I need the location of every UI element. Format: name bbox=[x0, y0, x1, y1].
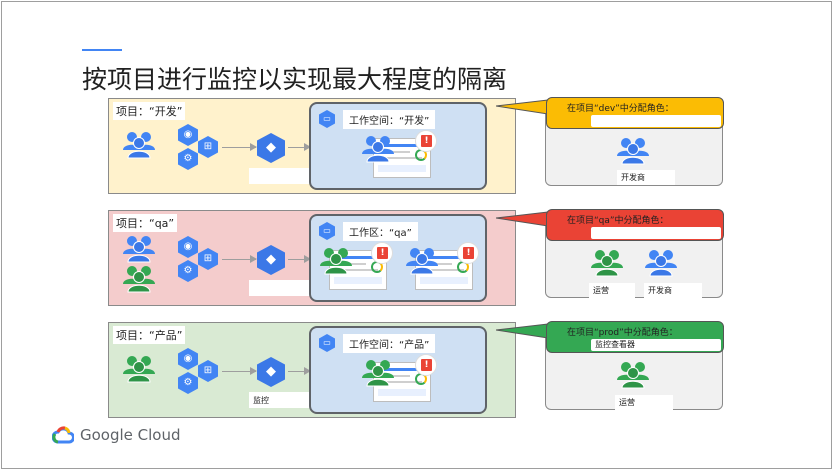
callout-pointer bbox=[496, 323, 548, 339]
callout-text: 在项目“qa”中分配角色： bbox=[567, 216, 669, 226]
role-label: 运营 bbox=[615, 395, 673, 410]
developers-people-icon bbox=[122, 131, 156, 159]
alert-icon: ! bbox=[415, 130, 437, 152]
callout-text: 在项目“dev”中分配角色： bbox=[567, 104, 674, 114]
people-icon bbox=[319, 247, 353, 275]
workspace-label: 工作区：“qa” bbox=[343, 222, 418, 241]
project-label: 项目：“qa” bbox=[113, 214, 178, 232]
role-label: 运营 bbox=[589, 283, 635, 298]
flow-arrow bbox=[288, 143, 311, 151]
callout-text: 在项目“prod”中分配角色： bbox=[567, 328, 678, 338]
workspace-icon: ▭ bbox=[319, 334, 335, 352]
operator-role-people-icon bbox=[590, 249, 624, 277]
workspace-icon: ▭ bbox=[319, 110, 335, 128]
role-label: 开发商 bbox=[617, 170, 675, 185]
brand-name: Google Cloud bbox=[80, 426, 181, 444]
google-cloud-logo-icon bbox=[52, 426, 74, 444]
slide-title: 按项目进行监控以实现最大程度的隔离 bbox=[82, 65, 508, 94]
flow-arrow bbox=[222, 143, 257, 151]
monitor-label bbox=[249, 280, 315, 296]
alert-icon: ! bbox=[457, 242, 479, 264]
flow-arrow bbox=[288, 255, 311, 263]
workspace-label: 工作空间：“产品” bbox=[343, 334, 436, 353]
monitor-label: 监控 bbox=[249, 392, 315, 408]
callout-pointer bbox=[496, 99, 548, 115]
operator-role-people-icon bbox=[616, 361, 650, 389]
role-callout-qa: 在项目“qa”中分配角色： bbox=[546, 209, 724, 241]
alert-icon: ! bbox=[415, 354, 437, 376]
callout-sub bbox=[591, 115, 721, 127]
developers-people-icon bbox=[122, 235, 156, 263]
people-icon bbox=[361, 135, 395, 163]
flow-arrow bbox=[222, 367, 257, 375]
slide: 按项目进行监控以实现最大程度的隔离 项目：“开发” ◉ ⚙ ⊞ ◆ ▭ 工作空间… bbox=[1, 1, 832, 469]
operators-people-icon bbox=[122, 355, 156, 383]
operators-people-icon bbox=[122, 265, 156, 293]
developer-role-people-icon bbox=[616, 137, 650, 165]
callout-sub bbox=[591, 227, 721, 239]
workspace-icon: ▭ bbox=[319, 222, 335, 240]
alert-icon: ! bbox=[371, 242, 393, 264]
people-icon bbox=[361, 359, 395, 387]
workspace-dev: ▭ 工作空间：“开发” ! bbox=[309, 102, 487, 190]
people-icon bbox=[405, 247, 439, 275]
flow-arrow bbox=[222, 255, 257, 263]
role-label: 开发商 bbox=[644, 283, 702, 298]
project-label: 项目：“开发” bbox=[113, 102, 186, 120]
role-callout-prod: 在项目“prod”中分配角色： 监控查看器 bbox=[546, 321, 724, 353]
callout-sub: 监控查看器 bbox=[591, 339, 721, 351]
project-label: 项目：“产品” bbox=[113, 326, 186, 344]
workspace-qa: ▭ 工作区：“qa” ! ! bbox=[309, 214, 487, 302]
role-callout-dev: 在项目“dev”中分配角色： bbox=[546, 97, 724, 129]
monitor-label bbox=[249, 168, 315, 184]
developer-role-people-icon bbox=[644, 249, 678, 277]
workspace-prod: ▭ 工作空间：“产品” ! bbox=[309, 326, 487, 414]
workspace-label: 工作空间：“开发” bbox=[343, 110, 436, 129]
title-accent-line bbox=[82, 49, 122, 51]
callout-pointer bbox=[496, 211, 548, 227]
flow-arrow bbox=[288, 367, 311, 375]
